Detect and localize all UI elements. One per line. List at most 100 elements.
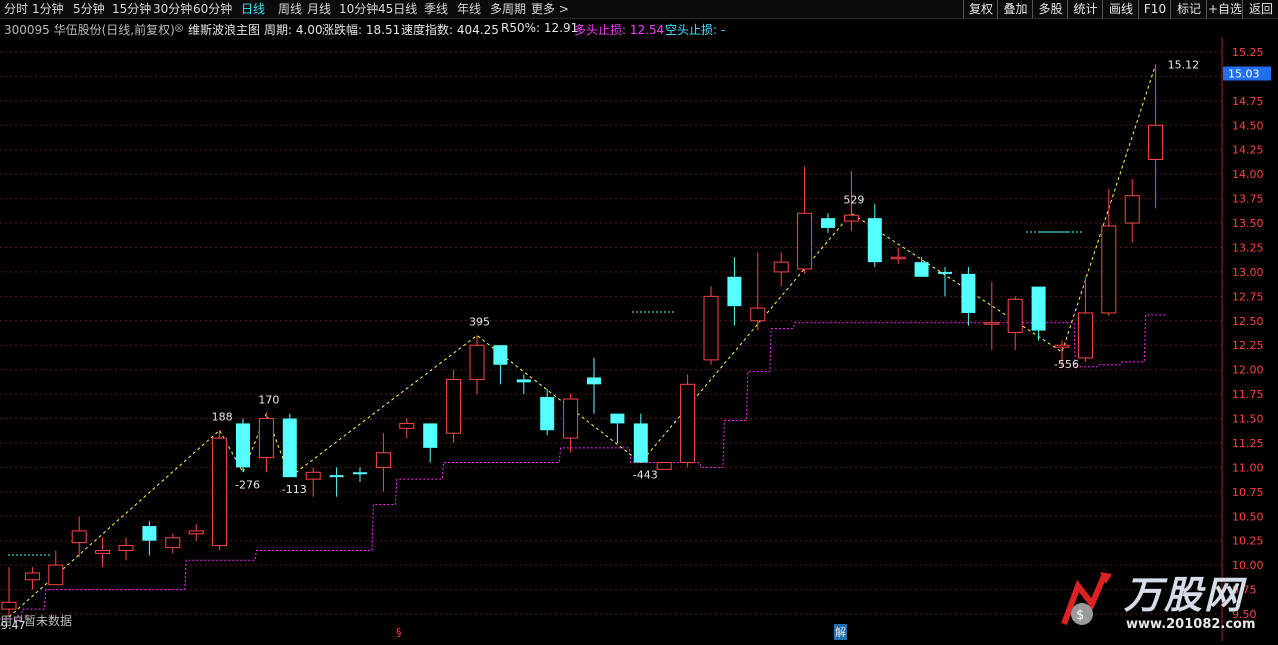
candle[interactable] xyxy=(727,257,742,326)
candle[interactable] xyxy=(656,462,672,470)
candle-body xyxy=(633,423,648,463)
candle[interactable] xyxy=(375,433,391,492)
timeframe-tab[interactable]: 季线 xyxy=(424,1,448,17)
candle-body xyxy=(493,345,508,365)
timeframe-tab[interactable]: 周线 xyxy=(278,1,302,17)
event-marker-s[interactable]: § xyxy=(396,626,402,639)
candle[interactable] xyxy=(423,423,438,463)
timeframe-tab[interactable]: 更多 > xyxy=(531,1,569,17)
candle[interactable] xyxy=(469,335,485,395)
toolbar-button[interactable]: 返回 xyxy=(1242,0,1278,18)
timeframe-tab[interactable]: 30分钟 xyxy=(153,1,192,17)
candle-body xyxy=(1031,286,1046,331)
price-tick-label: 13.75 xyxy=(1232,193,1264,206)
candle[interactable] xyxy=(821,213,835,233)
watermark-logo-text: 万股网 xyxy=(1124,573,1245,617)
timeframe-tab[interactable]: 1分钟 xyxy=(32,1,64,17)
candle-body xyxy=(142,526,157,541)
timeframe-tab[interactable]: 5分钟 xyxy=(73,1,105,17)
indicator-long-stop: 多头止损: 12.54 xyxy=(574,23,665,37)
candle[interactable] xyxy=(1148,64,1164,209)
indicator-name[interactable]: 维斯波浪主图 xyxy=(188,21,260,38)
candle-body xyxy=(118,545,134,551)
candle[interactable] xyxy=(71,516,87,558)
candle[interactable] xyxy=(516,374,531,395)
candle-body xyxy=(258,418,274,459)
candle[interactable] xyxy=(212,430,228,551)
candle-body xyxy=(680,383,696,464)
toolbar-button[interactable]: +自选 xyxy=(1206,0,1243,18)
candle[interactable] xyxy=(587,357,601,414)
candle[interactable] xyxy=(399,418,415,439)
candle[interactable] xyxy=(165,533,181,554)
candle[interactable] xyxy=(236,418,250,473)
timeframe-tab[interactable]: 分时 xyxy=(4,1,28,17)
candle[interactable] xyxy=(24,567,40,590)
candle[interactable] xyxy=(1,567,17,616)
candle[interactable] xyxy=(95,537,111,568)
price-tick-label: 13.25 xyxy=(1232,241,1264,254)
candle[interactable] xyxy=(750,252,766,331)
candle-body xyxy=(1124,195,1140,224)
candle-body xyxy=(587,377,601,385)
indicator-speed: 速度指数: 404.25 xyxy=(401,23,499,37)
candle-body xyxy=(212,437,228,547)
toolbar-button[interactable]: 复权 xyxy=(963,0,998,18)
timeframe-tab[interactable]: 年线 xyxy=(457,1,481,17)
timeframe-tab[interactable]: 15分钟 xyxy=(112,1,151,17)
candle[interactable] xyxy=(914,257,929,277)
close-indicator-icon[interactable]: ⊗ xyxy=(174,21,184,35)
candle[interactable] xyxy=(353,467,367,483)
candle-body xyxy=(1054,344,1070,348)
candle[interactable] xyxy=(610,413,625,443)
candle[interactable] xyxy=(703,286,719,365)
candle[interactable] xyxy=(188,524,204,541)
candle-body xyxy=(469,344,485,380)
timeframe-tab[interactable]: 日线 xyxy=(241,1,265,17)
price-tick-label: 12.25 xyxy=(1232,339,1264,352)
toolbar-button[interactable]: 叠加 xyxy=(997,0,1033,18)
candle[interactable] xyxy=(1101,188,1117,316)
candle[interactable] xyxy=(258,413,274,473)
candle[interactable] xyxy=(680,374,696,468)
candle[interactable] xyxy=(773,252,789,287)
candle[interactable] xyxy=(1124,179,1140,243)
candle-body xyxy=(329,475,344,478)
candle[interactable] xyxy=(867,203,882,268)
candle[interactable] xyxy=(305,467,321,497)
timeframe-tab[interactable]: 45日线 xyxy=(378,1,417,17)
candle[interactable] xyxy=(984,281,1000,351)
timeframe-tab[interactable]: 10分钟 xyxy=(339,1,378,17)
candlestick-chart[interactable]: 15.2515.0014.7514.5014.2514.0013.7513.50… xyxy=(0,37,1278,641)
candle-body xyxy=(914,262,929,277)
candle[interactable] xyxy=(446,369,462,443)
timeframe-tab[interactable]: 月线 xyxy=(307,1,331,17)
candle-body xyxy=(1077,312,1093,359)
event-marker-jie[interactable]: 解 xyxy=(834,624,847,640)
stock-title[interactable]: 300095 华伍股份(日线,前复权) xyxy=(4,21,175,38)
toolbar-button[interactable]: 多股 xyxy=(1032,0,1068,18)
candle[interactable] xyxy=(282,413,297,478)
candle[interactable] xyxy=(633,413,648,463)
candle[interactable] xyxy=(890,247,906,265)
timeframe-tab[interactable]: 多周期 xyxy=(490,1,526,17)
candle[interactable] xyxy=(493,345,508,385)
candle[interactable] xyxy=(563,394,579,453)
candle[interactable] xyxy=(1007,296,1023,351)
candle[interactable] xyxy=(797,166,813,274)
candle[interactable] xyxy=(142,521,157,556)
watermark: $ 万股网 www.201082.com xyxy=(1056,564,1278,641)
toolbar-button[interactable]: 画线 xyxy=(1102,0,1139,18)
candle-body xyxy=(165,537,181,549)
candle[interactable] xyxy=(1031,286,1046,341)
toolbar-button[interactable]: 标记 xyxy=(1170,0,1207,18)
candle[interactable] xyxy=(540,389,555,436)
candle-body xyxy=(353,472,367,475)
timeframe-tab[interactable]: 60分钟 xyxy=(193,1,232,17)
candle[interactable] xyxy=(1077,276,1093,362)
toolbar-button[interactable]: 统计 xyxy=(1067,0,1103,18)
toolbar-button[interactable]: F10 xyxy=(1138,0,1171,18)
candle[interactable] xyxy=(48,550,64,586)
candle[interactable] xyxy=(961,267,976,326)
candle-body xyxy=(1101,225,1117,314)
